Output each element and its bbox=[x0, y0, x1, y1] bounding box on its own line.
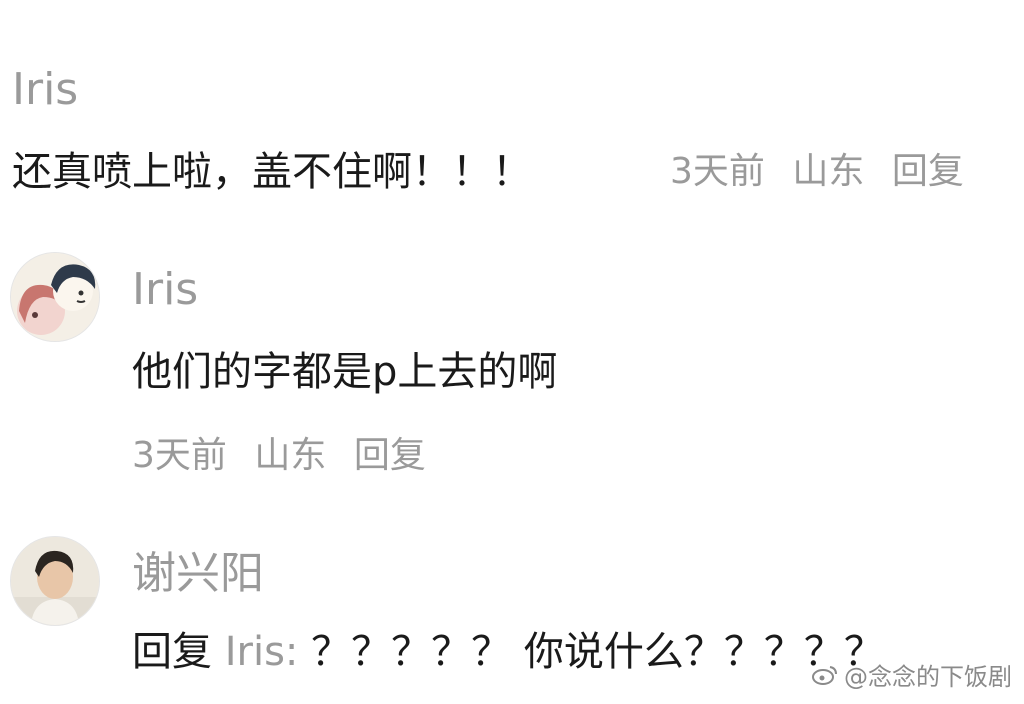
watermark-text: @念念的下饭剧 bbox=[844, 663, 1012, 691]
comment-2-avatar[interactable] bbox=[10, 252, 100, 342]
comment-2-meta: 3天前 山东 回复 bbox=[132, 438, 426, 474]
comment-2-time: 3天前 bbox=[132, 435, 227, 476]
comment-1-location: 山东 bbox=[792, 151, 865, 192]
photo-avatar-icon bbox=[11, 537, 99, 625]
comment-1-time: 3天前 bbox=[670, 151, 765, 192]
watermark: @念念的下饭剧 bbox=[812, 657, 1012, 692]
comment-2-username[interactable]: Iris bbox=[132, 268, 198, 312]
comment-3-text: 回复 Iris: ？？？？？ 你说什么？？？？？ bbox=[132, 632, 884, 672]
weibo-icon bbox=[812, 665, 837, 685]
comment-2-text: 他们的字都是p上去的啊 bbox=[132, 349, 558, 395]
comment-2-reply-button[interactable]: 回复 bbox=[354, 435, 426, 476]
comment-3-avatar[interactable] bbox=[10, 536, 100, 626]
comment-1-reply-button[interactable]: 回复 bbox=[892, 151, 964, 192]
comment-3-body: ？？？？？ 你说什么？？？？？ bbox=[311, 629, 884, 675]
comment-1-text: 还真喷上啦，盖不住啊！！！ bbox=[12, 149, 532, 195]
comment-3-mention[interactable]: Iris: bbox=[225, 629, 299, 675]
comment-3-username[interactable]: 谢兴阳 bbox=[132, 552, 264, 596]
comment-1-meta: 3天前 山东 回复 bbox=[670, 154, 964, 190]
cartoon-avatar-icon bbox=[11, 253, 99, 341]
comment-3-reply-prefix: 回复 bbox=[132, 629, 212, 675]
comment-1-username[interactable]: Iris bbox=[12, 68, 78, 112]
comment-2-location: 山东 bbox=[254, 435, 327, 476]
